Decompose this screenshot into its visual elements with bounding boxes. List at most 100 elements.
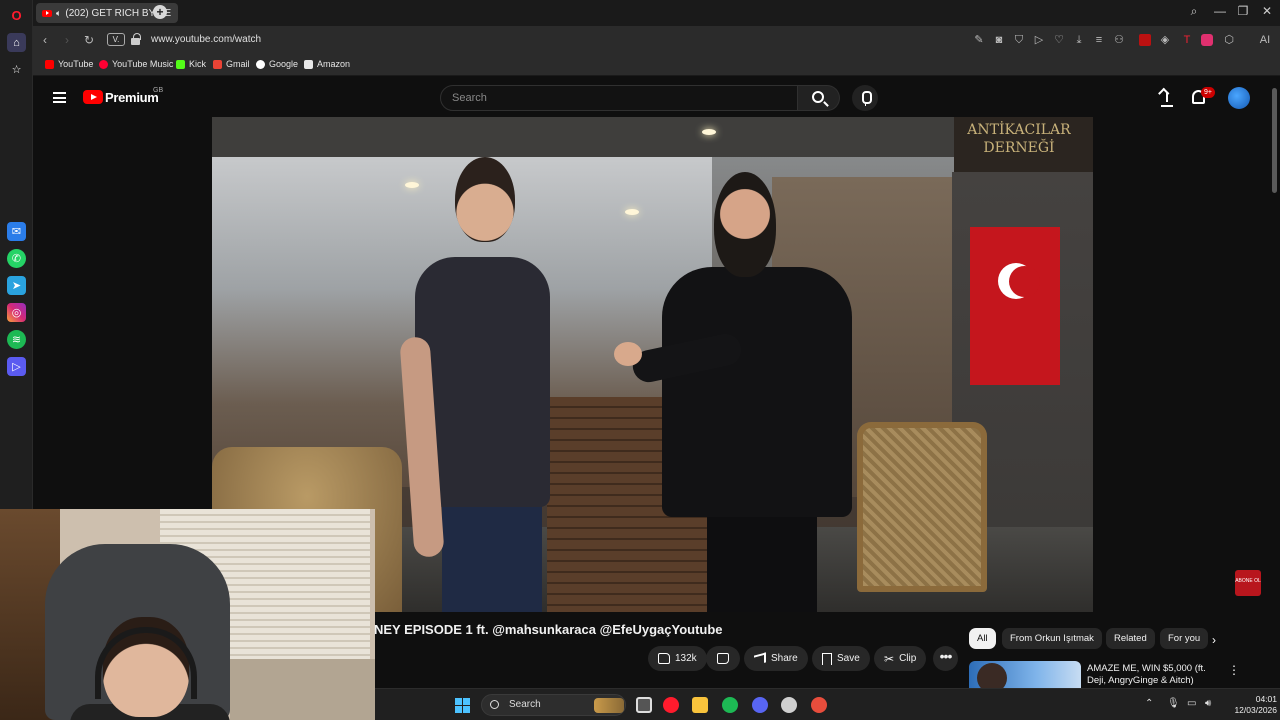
camera-icon[interactable]: ◙ xyxy=(993,34,1005,46)
create-upload-icon[interactable] xyxy=(1159,90,1175,106)
search-highlight-image xyxy=(594,698,624,713)
opera-logo-icon[interactable]: O xyxy=(7,6,26,25)
ai-button[interactable]: AI xyxy=(1251,34,1279,46)
extension-tp-icon[interactable]: T xyxy=(1181,34,1193,46)
logo-text[interactable]: Premium xyxy=(105,90,159,105)
steam-icon[interactable] xyxy=(781,697,797,713)
instagram-icon[interactable]: ◎ xyxy=(7,303,26,322)
country-code: GB xyxy=(153,87,164,94)
youtube-favicon-icon xyxy=(42,9,52,17)
recommended-title[interactable]: AMAZE ME, WIN $5,000 (ft. Deji, AngryGin… xyxy=(1087,663,1227,687)
bookmark-amazon[interactable]: Amazon xyxy=(304,59,350,69)
download-icon[interactable]: ⤓ xyxy=(1073,34,1085,46)
extension-red-icon[interactable] xyxy=(1139,34,1151,46)
messenger-icon[interactable]: ✉ xyxy=(7,222,26,241)
clock-time: 04:01 xyxy=(1255,694,1277,704)
shield-icon[interactable]: ⛉ xyxy=(1013,34,1025,46)
extension-icon[interactable]: ◈ xyxy=(1159,34,1171,46)
reload-icon[interactable]: ↻ xyxy=(81,32,97,48)
windows-start-icon[interactable] xyxy=(455,698,470,713)
chip-from-channel[interactable]: From Orkun Işıtmak xyxy=(1002,628,1102,649)
search-button[interactable] xyxy=(798,85,840,111)
extension-pink-icon[interactable] xyxy=(1201,34,1213,46)
search-icon xyxy=(490,700,499,709)
close-window-icon[interactable]: ✕ xyxy=(1258,4,1276,18)
chip-related[interactable]: Related xyxy=(1106,628,1155,649)
extensions-cube-icon[interactable]: ⬡ xyxy=(1223,34,1235,46)
video-light xyxy=(702,129,716,135)
spotify-taskbar-icon[interactable] xyxy=(722,697,738,713)
person-body xyxy=(662,267,852,517)
thumbs-down-icon xyxy=(717,653,729,664)
like-count: 132k xyxy=(675,653,697,664)
bookmark-label: Gmail xyxy=(226,59,250,69)
minimize-icon[interactable]: — xyxy=(1211,4,1229,18)
taskbar-search[interactable]: Search xyxy=(481,694,626,716)
file-explorer-icon[interactable] xyxy=(692,697,708,713)
page-scrollbar[interactable] xyxy=(1272,88,1277,193)
share-button[interactable]: Share xyxy=(744,646,808,671)
recommended-thumbnail[interactable] xyxy=(969,661,1081,688)
lock-icon[interactable] xyxy=(131,33,141,45)
edit-icon[interactable]: ✎ xyxy=(973,34,985,46)
bookmark-youtube-music[interactable]: YouTube Music xyxy=(99,59,173,69)
kebab-menu-icon[interactable]: ⋮ xyxy=(1228,663,1240,677)
bookmark-label: Google xyxy=(269,59,299,69)
new-tab-plus-icon[interactable]: + xyxy=(153,5,167,19)
gmail-icon xyxy=(213,59,222,69)
bookmark-gmail[interactable]: Gmail xyxy=(213,59,250,69)
video-sign-text: ANTİKACILAR DERNEĞİ xyxy=(967,122,1071,156)
display-icon[interactable]: ▭ xyxy=(1187,698,1196,709)
system-clock[interactable]: 04:01 12/03/2026 xyxy=(1225,694,1277,716)
voice-search-icon[interactable] xyxy=(852,85,878,111)
chip-for-you[interactable]: For you xyxy=(1160,628,1209,649)
bookmark-google[interactable]: Google xyxy=(256,59,298,69)
scissors-icon: ✂ xyxy=(884,651,895,666)
search-placeholder: Search xyxy=(452,92,487,104)
menu-list-icon[interactable]: ≡ xyxy=(1093,34,1105,46)
home-icon[interactable]: ⌂ xyxy=(7,33,26,52)
telegram-icon[interactable]: ➤ xyxy=(7,276,26,295)
microphone-icon[interactable]: 🎙︎ xyxy=(1167,698,1180,709)
vpn-badge[interactable]: V. xyxy=(107,33,125,46)
player-icon[interactable]: ▷ xyxy=(7,357,26,376)
app-taskbar-icon[interactable] xyxy=(811,697,827,713)
hamburger-menu-icon[interactable] xyxy=(53,92,66,103)
spotify-icon[interactable]: ≋ xyxy=(7,330,26,349)
bookmark-youtube[interactable]: YouTube xyxy=(45,59,93,69)
account-icon[interactable]: ⚇ xyxy=(1113,34,1125,46)
clock-date: 12/03/2026 xyxy=(1234,705,1277,715)
task-view-icon[interactable] xyxy=(636,697,652,713)
search-input[interactable]: Search xyxy=(440,85,798,111)
forward-icon[interactable]: › xyxy=(59,32,75,48)
more-actions-button[interactable]: ••• xyxy=(933,646,958,671)
like-button[interactable]: 132k xyxy=(648,646,707,671)
subscribe-watermark[interactable]: ABONE OL xyxy=(1235,570,1261,596)
ai-label: AI xyxy=(1259,34,1271,46)
chevron-up-icon[interactable]: ⌃ xyxy=(1145,698,1153,709)
heart-icon[interactable]: ♡ xyxy=(1053,34,1065,46)
search-tabs-icon[interactable]: ⌕ xyxy=(1185,4,1203,19)
save-button[interactable]: Save xyxy=(812,646,870,671)
back-icon[interactable]: ‹ xyxy=(37,32,53,48)
clip-button[interactable]: ✂ Clip xyxy=(874,646,927,671)
discord-icon[interactable] xyxy=(752,697,768,713)
video-person-left xyxy=(397,157,562,612)
dislike-button[interactable] xyxy=(706,646,740,671)
restore-icon[interactable]: ❐ xyxy=(1234,4,1252,18)
youtube-logo-icon[interactable] xyxy=(83,90,103,104)
chevron-right-icon[interactable]: › xyxy=(1212,633,1216,647)
avatar[interactable] xyxy=(1228,87,1250,109)
volume-icon[interactable]: 🔊︎ xyxy=(1205,698,1211,709)
whatsapp-icon[interactable]: ✆ xyxy=(7,249,26,268)
play-icon[interactable]: ▷ xyxy=(1033,34,1045,46)
bookmark-kick[interactable]: Kick xyxy=(176,59,206,69)
amazon-icon xyxy=(304,59,313,69)
chip-all[interactable]: All xyxy=(969,628,996,649)
video-chair xyxy=(857,422,987,592)
speaker-icon[interactable]: 🔈︎ xyxy=(56,8,61,19)
star-icon[interactable]: ☆ xyxy=(7,60,26,79)
opera-taskbar-icon[interactable] xyxy=(663,697,679,713)
youtube-icon xyxy=(45,59,54,69)
url-field[interactable]: www.youtube.com/watch xyxy=(151,34,261,45)
